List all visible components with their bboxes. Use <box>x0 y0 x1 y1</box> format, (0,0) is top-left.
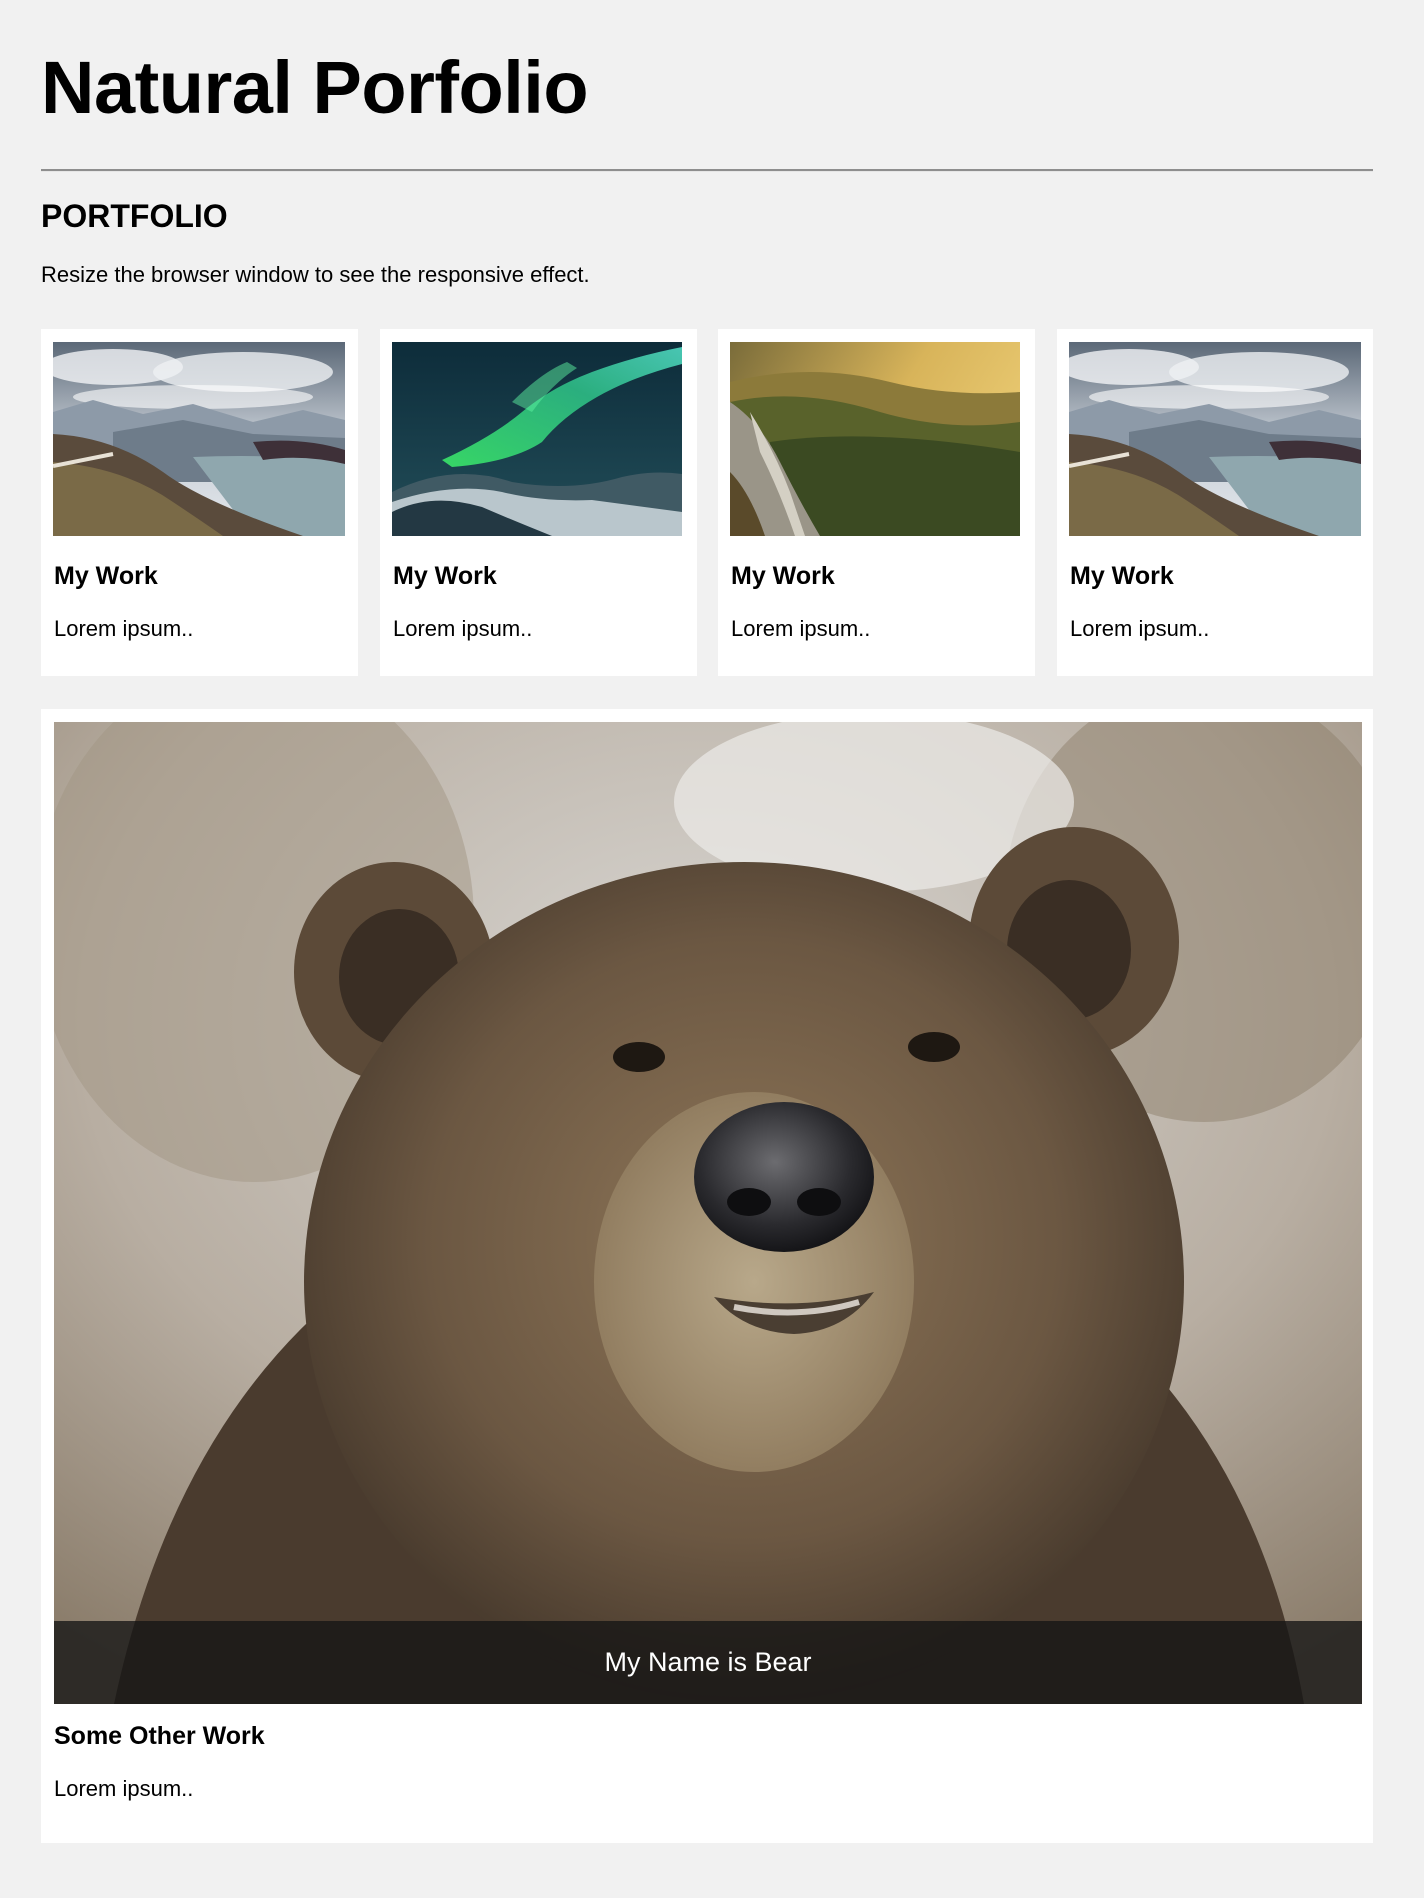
card-text: Lorem ipsum.. <box>1070 616 1210 641</box>
site-title: Natural Porfolio <box>41 46 589 129</box>
bear-photo: My Name is Bear <box>54 722 1362 1704</box>
card-title: My Work <box>393 562 497 590</box>
card-title: My Work <box>54 562 158 590</box>
photo-caption: My Name is Bear <box>54 1621 1362 1704</box>
card-title: My Work <box>731 562 835 590</box>
card-text: Lorem ipsum.. <box>393 616 533 641</box>
feature-card: My Name is Bear Some Other Work Lorem ip… <box>41 709 1373 1843</box>
portfolio-heading: PORTFOLIO <box>41 198 228 234</box>
feature-title: Some Other Work <box>54 1722 265 1750</box>
aurora-photo <box>392 342 682 536</box>
card-title: My Work <box>1070 562 1174 590</box>
portfolio-intro: Resize the browser window to see the res… <box>41 262 590 287</box>
card-text: Lorem ipsum.. <box>731 616 871 641</box>
feature-text: Lorem ipsum.. <box>54 1776 194 1801</box>
mountain-fjord-photo <box>1069 342 1361 536</box>
mountain-fjord-photo <box>53 342 345 536</box>
title-divider <box>41 169 1373 172</box>
forest-valley-photo <box>730 342 1020 536</box>
card-text: Lorem ipsum.. <box>54 616 194 641</box>
